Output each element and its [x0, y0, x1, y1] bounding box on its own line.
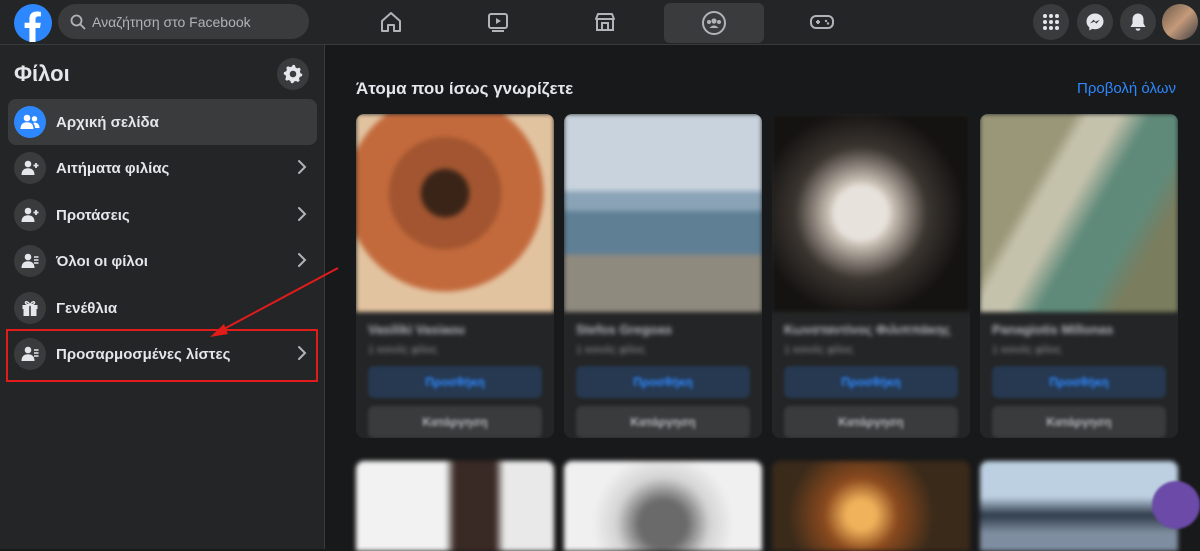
- sidebar-item-friend-requests[interactable]: Αιτήματα φιλίας: [8, 145, 317, 191]
- menu-button[interactable]: [1033, 4, 1069, 40]
- remove-button[interactable]: Κατάργηση: [576, 406, 750, 438]
- sidebar-item-label: Γενέθλια: [56, 299, 118, 317]
- profile-photo[interactable]: [564, 461, 762, 551]
- settings-button[interactable]: [277, 58, 309, 90]
- friend-requests-icon: [14, 152, 46, 184]
- friend-suggestion-card[interactable]: Κωνσταντίνος Φιλιππάκης 1 κοινός φίλος Π…: [772, 114, 970, 438]
- add-friend-button[interactable]: Προσθήκη: [992, 366, 1166, 398]
- profile-photo[interactable]: [772, 114, 970, 312]
- messenger-icon: [1086, 13, 1104, 31]
- annotation-highlight-box: [6, 329, 318, 382]
- chevron-right-icon: [298, 160, 307, 174]
- friend-suggestion-card[interactable]: Panagiotis Millonas 1 κοινός φίλος Προσθ…: [980, 114, 1178, 438]
- profile-photo[interactable]: [356, 114, 554, 312]
- remove-button[interactable]: Κατάργηση: [992, 406, 1166, 438]
- tab-groups[interactable]: [664, 3, 764, 43]
- friend-suggestion-card[interactable]: Stefos Gregoas 1 κοινός φίλος Προσθήκη Κ…: [564, 114, 762, 438]
- marketplace-icon: [595, 13, 615, 31]
- profile-photo[interactable]: [356, 461, 554, 551]
- add-friend-button[interactable]: Προσθήκη: [368, 366, 542, 398]
- menu-grid-icon: [1043, 14, 1059, 30]
- sidebar-item-birthdays[interactable]: Γενέθλια: [8, 285, 317, 331]
- remove-button[interactable]: Κατάργηση: [368, 406, 542, 438]
- sidebar-item-label: Προτάσεις: [56, 206, 130, 224]
- search-bar[interactable]: [58, 4, 309, 39]
- messenger-button[interactable]: [1077, 4, 1113, 40]
- gear-icon: [283, 64, 303, 84]
- home-icon: [381, 12, 401, 32]
- remove-button[interactable]: Κατάργηση: [784, 406, 958, 438]
- see-all-link[interactable]: Προβολή όλων: [1077, 80, 1176, 97]
- tab-home[interactable]: [341, 0, 441, 44]
- search-icon: [70, 14, 86, 30]
- mutual-friends: 1 κοινός φίλος: [784, 344, 854, 356]
- profile-photo[interactable]: [980, 461, 1178, 551]
- groups-icon: [702, 11, 726, 35]
- all-friends-icon: [14, 245, 46, 277]
- sidebar-item-label: Όλοι οι φίλοι: [56, 252, 148, 270]
- tab-gaming[interactable]: [772, 0, 872, 44]
- sidebar-title: Φίλοι: [14, 61, 70, 86]
- mutual-friends: 1 κοινός φίλος: [576, 344, 646, 356]
- sidebar-item-label: Αρχική σελίδα: [56, 113, 159, 131]
- suggestion-name[interactable]: Stefos Gregoas: [576, 322, 750, 338]
- sidebar-item-label: Αιτήματα φιλίας: [56, 159, 170, 177]
- profile-photo[interactable]: [564, 114, 762, 312]
- mutual-friends: 1 κοινός φίλος: [368, 344, 438, 356]
- watch-icon: [488, 13, 508, 32]
- chevron-right-icon: [298, 253, 307, 267]
- friend-suggestion-card[interactable]: Vasiliki Vasiaou 1 κοινός φίλος Προσθήκη…: [356, 114, 554, 438]
- tab-marketplace[interactable]: [555, 0, 655, 44]
- notifications-button[interactable]: [1120, 4, 1156, 40]
- sidebar-item-suggestions[interactable]: Προτάσεις: [8, 192, 317, 238]
- profile-photo[interactable]: [980, 114, 1178, 312]
- top-navigation-bar: [0, 0, 1200, 45]
- gift-icon: [14, 292, 46, 324]
- people-you-may-know-title: Άτομα που ίσως γνωρίζετε: [356, 79, 574, 98]
- chat-bubble-icon[interactable]: [1152, 481, 1200, 529]
- sidebar-item-home[interactable]: Αρχική σελίδα: [8, 99, 317, 145]
- account-avatar[interactable]: [1162, 4, 1198, 40]
- tab-watch[interactable]: [448, 0, 548, 44]
- suggestion-name[interactable]: Κωνσταντίνος Φιλιππάκης: [784, 322, 958, 338]
- suggestion-name[interactable]: Panagiotis Millonas: [992, 322, 1166, 338]
- facebook-logo-icon[interactable]: [14, 4, 52, 42]
- sidebar-item-all-friends[interactable]: Όλοι οι φίλοι: [8, 238, 317, 284]
- search-input[interactable]: [92, 13, 292, 30]
- friends-home-icon: [14, 106, 46, 138]
- chevron-right-icon: [298, 207, 307, 221]
- sidebar: Φίλοι Αρχική σελίδα Αιτήματα φιλίας Προτ…: [0, 45, 325, 549]
- suggestions-icon: [14, 199, 46, 231]
- profile-photo[interactable]: [772, 461, 970, 551]
- bell-icon: [1130, 13, 1146, 31]
- gaming-icon: [810, 15, 834, 29]
- add-friend-button[interactable]: Προσθήκη: [576, 366, 750, 398]
- mutual-friends: 1 κοινός φίλος: [992, 344, 1062, 356]
- add-friend-button[interactable]: Προσθήκη: [784, 366, 958, 398]
- suggestion-name[interactable]: Vasiliki Vasiaou: [368, 322, 542, 338]
